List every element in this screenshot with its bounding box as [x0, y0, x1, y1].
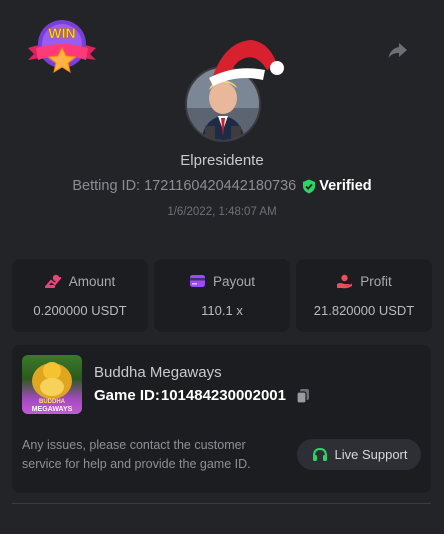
stats-row: Amount 0.200000 USDT Payout 110.1 x Prof… [12, 259, 432, 332]
stat-amount: Amount 0.200000 USDT [12, 259, 148, 332]
username: Elpresidente [180, 152, 264, 169]
game-thumbnail[interactable]: BUDDHA MEGAWAYS [22, 355, 82, 414]
help-text: Any issues, please contact the customer … [22, 438, 251, 471]
payout-label: Payout [212, 273, 256, 289]
share-icon [388, 43, 407, 58]
thumb-title-line2: MEGAWAYS [32, 406, 73, 413]
stat-profit: Profit 21.820000 USDT [296, 259, 432, 332]
payout-value: 110.1 x [201, 302, 243, 318]
live-support-label: Live Support [334, 447, 408, 462]
thumb-title-line1: BUDDHA [39, 399, 66, 405]
bottom-divider [12, 503, 431, 504]
game-id-row: Game ID: 101484230002001 [94, 387, 311, 404]
betting-id-row: Betting ID: 1721160420442180736 Verified [0, 178, 444, 194]
stat-payout: Payout 110.1 x [154, 259, 290, 332]
verified-badge: Verified [302, 178, 372, 194]
live-support-button[interactable]: Live Support [297, 439, 421, 470]
betting-id-label: Betting ID: [72, 178, 141, 194]
payout-card-icon [189, 275, 205, 287]
game-card: BUDDHA MEGAWAYS Buddha Megaways Game ID:… [12, 345, 431, 493]
profit-label: Profit [360, 273, 392, 289]
headset-icon [312, 447, 327, 461]
win-badge-text: WIN [48, 25, 75, 41]
amount-label: Amount [68, 273, 116, 289]
verified-shield-icon [303, 179, 316, 193]
profit-icon [337, 274, 353, 288]
win-badge: WIN [26, 18, 98, 76]
avatar-area [185, 40, 285, 142]
bet-date: 1/6/2022, 1:48:07 AM [167, 206, 277, 218]
santa-hat-icon [209, 40, 284, 86]
share-button[interactable] [386, 38, 410, 62]
copy-icon[interactable] [295, 388, 311, 404]
game-id-value: 101484230002001 [160, 387, 286, 404]
amount-value: 0.200000 USDT [33, 302, 127, 318]
game-id-label: Game ID: [94, 387, 160, 404]
profit-value: 21.820000 USDT [313, 302, 415, 318]
game-name: Buddha Megaways [94, 364, 222, 381]
amount-icon [44, 274, 61, 288]
betting-id-value: 1721160420442180736 [144, 178, 297, 194]
verified-label: Verified [319, 178, 372, 194]
